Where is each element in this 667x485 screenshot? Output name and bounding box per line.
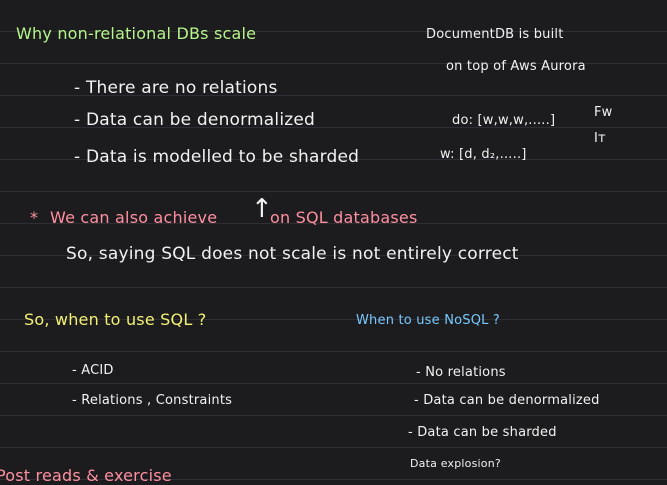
note-can-achieve: We can also achieve [50, 208, 218, 227]
side-note-documentdb: DocumentDB is built [426, 27, 564, 42]
note-sql-scale-statement: So, saying SQL does not scale is not ent… [66, 244, 519, 264]
nosql-item: - No relations [416, 365, 506, 380]
nosql-item: - Data can be denormalized [414, 393, 600, 408]
note-star: * [30, 208, 39, 227]
side-note-aurora: on top of Aws Aurora [446, 59, 586, 74]
side-note-tag-it: Iᴛ [594, 131, 606, 146]
reason-item: - There are no relations [74, 78, 278, 98]
nosql-item: - Data can be sharded [408, 425, 557, 440]
note-on-sql: on SQL databases [270, 208, 418, 227]
nosql-data-explosion: Data explosion? [410, 457, 501, 470]
side-note-w-array: w: [d, d₂,.....] [440, 147, 527, 162]
sql-item: - Relations , Constraints [72, 393, 233, 408]
sql-item: - ACID [72, 363, 114, 378]
side-note-tag-fw: Fw [594, 105, 613, 120]
heading-why-nonrelational-scale: Why non-relational DBs scale [16, 24, 257, 43]
footer-cut-text: Post reads & exercise [0, 466, 172, 485]
notes-page: Why non-relational DBs scale - There are… [0, 0, 667, 484]
reason-item: - Data is modelled to be sharded [74, 147, 360, 167]
heading-when-sql: So, when to use SQL ? [24, 310, 207, 329]
heading-when-nosql: When to use NoSQL ? [356, 313, 501, 328]
reason-item: - Data can be denormalized [74, 110, 316, 130]
side-note-do-array: do: [w,w,w,.....] [452, 113, 556, 128]
